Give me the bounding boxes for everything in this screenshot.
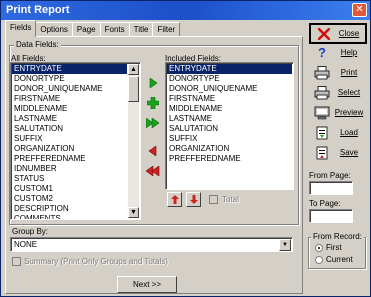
list-item[interactable]: MIDDLENAME <box>167 104 292 114</box>
scroll-thumb[interactable] <box>128 76 139 102</box>
close-button[interactable]: Close <box>309 23 367 44</box>
title-close-icon[interactable]: ✕ <box>352 3 367 17</box>
add-plus-icon[interactable] <box>145 95 161 111</box>
list-item[interactable]: CUSTOM2 <box>12 194 127 204</box>
total-label: Total <box>222 195 239 204</box>
tab-filter[interactable]: Filter <box>152 22 181 37</box>
group-by-select[interactable]: NONE ▼ <box>10 237 293 252</box>
preview-button[interactable]: Preview <box>309 102 367 123</box>
print-report-window: Print Report ✕ Fields Options Page Fonts… <box>0 0 371 297</box>
scroll-down-icon[interactable]: ▼ <box>128 207 139 218</box>
next-button-label: Next >> <box>132 280 161 289</box>
summary-checkbox[interactable] <box>12 257 21 266</box>
first-radio-label: First <box>326 243 342 252</box>
list-item[interactable]: SUFFIX <box>167 134 292 144</box>
printer-select-icon <box>313 85 331 101</box>
close-button-label: Close <box>338 29 360 38</box>
window-title: Print Report <box>6 4 70 16</box>
summary-label: Summary (Print Only Groups and Totals) <box>24 257 168 266</box>
list-item[interactable]: COMMENTS <box>12 214 127 219</box>
list-item[interactable]: DONORTYPE <box>167 74 292 84</box>
tab-page[interactable]: Page <box>71 22 101 37</box>
list-item[interactable]: SALUTATION <box>167 124 292 134</box>
current-radio[interactable] <box>315 256 323 264</box>
save-button-label: Save <box>339 148 359 157</box>
from-page-label: From Page: <box>309 171 351 180</box>
tab-options[interactable]: Options <box>35 22 73 37</box>
load-button-label: Load <box>340 128 358 137</box>
close-x-icon <box>315 26 333 42</box>
tab-strip: Fields Options Page Fonts Title Filter <box>5 20 181 37</box>
to-page-label: To Page: <box>309 199 341 208</box>
monitor-icon <box>313 105 331 121</box>
from-page-input[interactable] <box>309 181 353 195</box>
question-mark-icon: ? <box>318 45 326 60</box>
all-fields-list[interactable]: ENTRYDATE DONORTYPE DONOR_UNIQUENAME FIRSTN… <box>10 62 141 220</box>
list-item[interactable]: CUSTOM1 <box>12 184 127 194</box>
scroll-up-icon[interactable]: ▲ <box>128 64 139 75</box>
help-button-label: Help <box>340 48 358 57</box>
chevron-down-icon[interactable]: ▼ <box>279 239 291 251</box>
tab-fonts[interactable]: Fonts <box>99 22 130 37</box>
preview-button-label: Preview <box>334 108 364 117</box>
all-fields-scrollbar[interactable]: ▲ ▼ <box>128 64 139 218</box>
title-bar: Print Report ✕ <box>1 1 370 20</box>
list-item[interactable]: PREFFEREDNAME <box>167 154 292 164</box>
list-item[interactable]: STATUS <box>12 174 127 184</box>
group-by-value: NONE <box>14 240 38 249</box>
load-button[interactable]: Load <box>309 122 367 143</box>
move-down-arrow-icon[interactable] <box>186 192 201 207</box>
save-document-icon <box>313 145 331 161</box>
list-item[interactable]: ORGANIZATION <box>12 144 127 154</box>
tab-fields[interactable]: Fields <box>5 20 37 37</box>
all-fields-items: ENTRYDATE DONORTYPE DONOR_UNIQUENAME FIRSTN… <box>12 64 127 219</box>
included-fields-items: ENTRYDATE DONORTYPE DONOR_UNIQUENAME FIRSTN… <box>167 64 292 164</box>
print-button[interactable]: Print <box>309 62 367 83</box>
select-button-label: Select <box>337 88 361 97</box>
list-item[interactable]: SUFFIX <box>12 134 127 144</box>
help-button[interactable]: ? Help <box>309 42 367 63</box>
included-fields-list[interactable]: ENTRYDATE DONORTYPE DONOR_UNIQUENAME FIRSTN… <box>165 62 294 190</box>
group-by-label: Group By: <box>12 227 49 236</box>
list-item[interactable]: IDNUMBER <box>12 164 127 174</box>
list-item[interactable]: LASTNAME <box>167 114 292 124</box>
list-item[interactable]: FIRSTNAME <box>12 94 127 104</box>
to-page-input[interactable] <box>309 209 353 223</box>
load-document-icon <box>313 125 331 141</box>
print-button-label: Print <box>340 68 358 77</box>
list-item[interactable]: DONORTYPE <box>12 74 127 84</box>
next-button[interactable]: Next >> <box>117 276 177 293</box>
tab-title[interactable]: Title <box>128 22 154 37</box>
from-record-label: From Record: <box>311 232 364 242</box>
printer-icon <box>313 65 331 81</box>
add-field-arrow-icon[interactable] <box>145 75 161 91</box>
list-item[interactable]: PREFFEREDNAME <box>12 154 127 164</box>
list-item[interactable]: DESCRIPTION <box>12 204 127 214</box>
list-item[interactable]: DONOR_UNIQUENAME <box>167 84 292 94</box>
list-item[interactable]: SALUTATION <box>12 124 127 134</box>
move-up-arrow-icon[interactable] <box>167 192 182 207</box>
list-item[interactable]: DONOR_UNIQUENAME <box>12 84 127 94</box>
list-item[interactable]: MIDDLENAME <box>12 104 127 114</box>
remove-field-arrow-icon[interactable] <box>145 143 161 159</box>
list-item[interactable]: LASTNAME <box>12 114 127 124</box>
list-item[interactable]: ENTRYDATE <box>12 64 127 74</box>
save-button[interactable]: Save <box>309 142 367 163</box>
add-all-fields-icon[interactable] <box>145 115 161 131</box>
data-fields-group-label: Data Fields: <box>14 40 61 50</box>
first-radio[interactable] <box>315 244 323 252</box>
select-button[interactable]: Select <box>309 82 367 103</box>
remove-all-fields-icon[interactable] <box>145 163 161 179</box>
current-radio-label: Current <box>326 255 353 264</box>
list-item[interactable]: ORGANIZATION <box>167 144 292 154</box>
total-checkbox[interactable] <box>209 195 218 204</box>
list-item[interactable]: ENTRYDATE <box>167 64 292 74</box>
list-item[interactable]: FIRSTNAME <box>167 94 292 104</box>
